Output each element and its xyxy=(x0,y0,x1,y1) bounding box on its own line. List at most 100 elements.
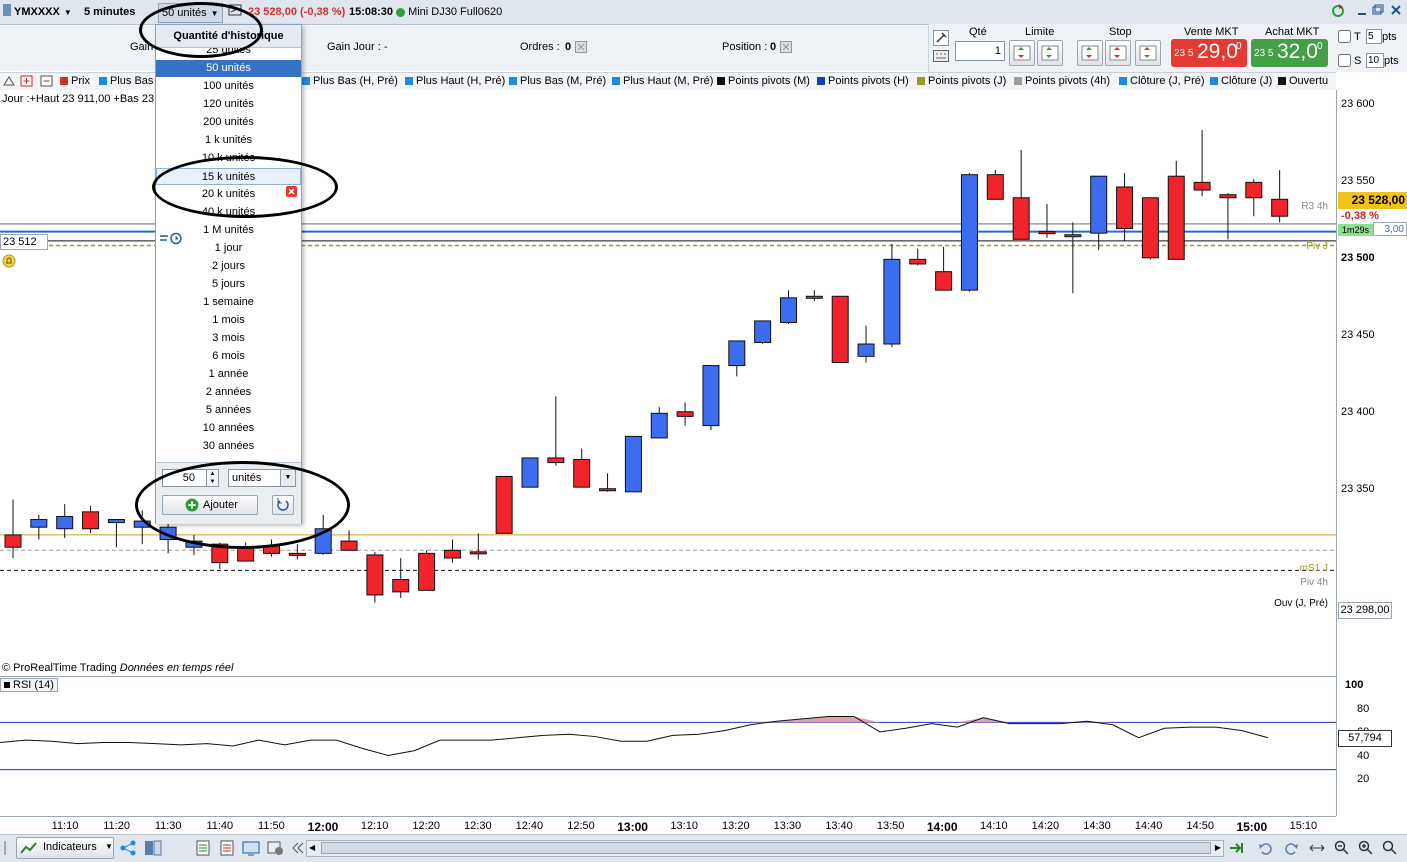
order-tool-icon[interactable] xyxy=(933,30,949,49)
legend-swatch xyxy=(405,77,413,86)
dropdown-option[interactable]: 10 années xyxy=(156,420,301,437)
buy-price: 32,0 xyxy=(1277,40,1318,63)
dropdown-option[interactable]: 1 mois xyxy=(156,312,301,329)
minimize-icon[interactable] xyxy=(1356,3,1368,21)
legend-item[interactable]: Plus Bas (H, Pré) xyxy=(302,75,398,88)
instrument-name: Mini DJ30 Full0620 xyxy=(408,6,503,18)
stop-sell-button[interactable] xyxy=(1105,40,1131,66)
candle-body xyxy=(599,488,617,492)
legend-label: Plus Haut (M, Pré) xyxy=(623,75,714,87)
t-input[interactable] xyxy=(1366,29,1382,44)
legend-item[interactable]: Clôture (J) xyxy=(1210,75,1272,88)
refresh-icon[interactable] xyxy=(1330,3,1346,21)
restore-icon[interactable] xyxy=(1372,3,1384,21)
alert-bell-icon[interactable] xyxy=(2,254,16,271)
legend-item[interactable]: Plus Bas xyxy=(99,75,153,88)
buy-prefix: 23 5 xyxy=(1254,48,1274,59)
legend-tool-icon[interactable] xyxy=(2,75,16,88)
legend-item[interactable]: Points pivots (J) xyxy=(917,75,1006,88)
orders-close-icon[interactable] xyxy=(575,41,587,56)
scroll-right-icon[interactable]: ▶ xyxy=(1215,843,1221,852)
price-tick-label: 23 550 xyxy=(1341,175,1375,188)
legend-item[interactable]: Prix xyxy=(60,75,90,88)
layout-icon[interactable] xyxy=(143,839,163,860)
dropdown-option[interactable]: 120 unités xyxy=(156,96,301,113)
limit-sell-button[interactable] xyxy=(1037,40,1063,66)
scroll-left-icon[interactable]: ◀ xyxy=(309,843,315,852)
favorite-clock-icon[interactable] xyxy=(159,232,183,248)
dropdown-option[interactable]: 5 années xyxy=(156,402,301,419)
dropdown-option[interactable]: 3 mois xyxy=(156,330,301,347)
legend-item[interactable]: Points pivots (4h) xyxy=(1014,75,1110,88)
dropdown-option[interactable]: 6 mois xyxy=(156,348,301,365)
keyboard-icon[interactable] xyxy=(933,50,949,65)
dropdown-option[interactable]: 1 année xyxy=(156,366,301,383)
dropdown-option[interactable]: 200 unités xyxy=(156,114,301,131)
scroll-left-double-icon[interactable] xyxy=(292,841,304,858)
indicators-button[interactable]: Indicateurs ▼ xyxy=(16,837,114,859)
dropdown-option[interactable]: 2 jours xyxy=(156,258,301,275)
timeframe-selector[interactable]: 5 minutes xyxy=(84,3,135,21)
stop-buy-button[interactable] xyxy=(1077,40,1103,66)
legend-item[interactable]: Points pivots (H) xyxy=(817,75,909,88)
s-checkbox[interactable] xyxy=(1338,54,1351,67)
expand-icon[interactable] xyxy=(3,839,13,860)
t-checkbox[interactable] xyxy=(1338,30,1351,43)
legend-item[interactable]: Clôture (J, Pré) xyxy=(1119,75,1205,88)
sell-market-button[interactable]: 23 5 29,0 0 xyxy=(1171,39,1247,67)
dropdown-option[interactable]: 5 jours xyxy=(156,276,301,293)
rsi-chart-svg xyxy=(0,716,1336,771)
scrollbar-thumb[interactable] xyxy=(321,842,1211,854)
copyright-text: © ProRealTime Trading Données en temps r… xyxy=(2,662,233,674)
buy-market-button[interactable]: 23 5 32,0 0 xyxy=(1251,39,1328,67)
zoom-out-icon[interactable] xyxy=(1334,840,1350,859)
legend-add-icon[interactable] xyxy=(20,75,34,88)
s-input[interactable] xyxy=(1366,53,1384,68)
stop-label: Stop xyxy=(1109,26,1132,38)
position-close-icon[interactable] xyxy=(780,41,792,56)
price-tick-label: 23 500 xyxy=(1341,252,1375,265)
settings-icon[interactable] xyxy=(266,839,286,860)
screen-icon[interactable] xyxy=(241,839,261,860)
time-axis[interactable]: 11:10 11:20 11:30 11:40 11:50 12:00 12:10 12:20… xyxy=(0,816,1336,835)
zoom-search-icon[interactable] xyxy=(1382,840,1398,859)
zoom-fit-icon[interactable] xyxy=(1308,840,1326,859)
legend-item[interactable]: Plus Haut (H, Pré) xyxy=(405,75,505,88)
hidden-price-tag: 3,00 xyxy=(1373,222,1407,236)
symbol-selector[interactable]: YMXXXX ▼ xyxy=(14,3,72,21)
price-axis[interactable]: 23 600 23 550 23 500 23 450 23 400 23 350 23 … xyxy=(1336,90,1407,816)
share-icon[interactable] xyxy=(120,840,136,859)
indicators-label: Indicateurs xyxy=(43,841,97,853)
undo-icon[interactable] xyxy=(1258,840,1274,859)
legend-item[interactable]: Points pivots (M) xyxy=(717,75,810,88)
redo-icon[interactable] xyxy=(1283,840,1299,859)
rsi-title: RSI (14) xyxy=(13,679,54,691)
go-to-end-icon[interactable] xyxy=(1228,840,1246,859)
legend-item[interactable]: Ouvertu xyxy=(1278,75,1328,88)
dropdown-option[interactable]: 1 k unités xyxy=(156,132,301,149)
time-tick-label: 12:00 xyxy=(307,820,339,834)
dropdown-option[interactable]: 100 unités xyxy=(156,78,301,95)
candle-body xyxy=(82,511,100,530)
limit-buy-button[interactable] xyxy=(1009,40,1035,66)
time-tick-label: 11:30 xyxy=(154,820,182,832)
time-tick-label: 15:10 xyxy=(1289,820,1318,832)
chart-add-icon[interactable] xyxy=(195,839,211,860)
dropdown-option[interactable]: 1 semaine xyxy=(156,294,301,311)
qty-input[interactable] xyxy=(955,41,1005,61)
rsi-panel[interactable]: RSI (14) xyxy=(0,676,1336,817)
rsi-label[interactable]: RSI (14) xyxy=(0,678,58,692)
level-left-tag: 23 512 xyxy=(0,234,48,250)
stop-alt-button[interactable] xyxy=(1135,40,1161,66)
close-icon[interactable] xyxy=(1390,3,1402,21)
dropdown-option[interactable]: 50 unités xyxy=(156,60,301,77)
legend-remove-icon[interactable] xyxy=(40,75,54,88)
legend-item[interactable]: Plus Haut (M, Pré) xyxy=(612,75,713,88)
list-icon[interactable] xyxy=(219,839,235,860)
zoom-in-icon[interactable] xyxy=(1358,840,1374,859)
candle-body xyxy=(960,174,978,291)
dropdown-option[interactable]: 2 années xyxy=(156,384,301,401)
dropdown-option[interactable]: 30 années xyxy=(156,438,301,455)
legend-item[interactable]: Plus Bas (M, Pré) xyxy=(509,75,606,88)
horizontal-scrollbar[interactable]: ◀ ▶ xyxy=(306,840,1224,857)
